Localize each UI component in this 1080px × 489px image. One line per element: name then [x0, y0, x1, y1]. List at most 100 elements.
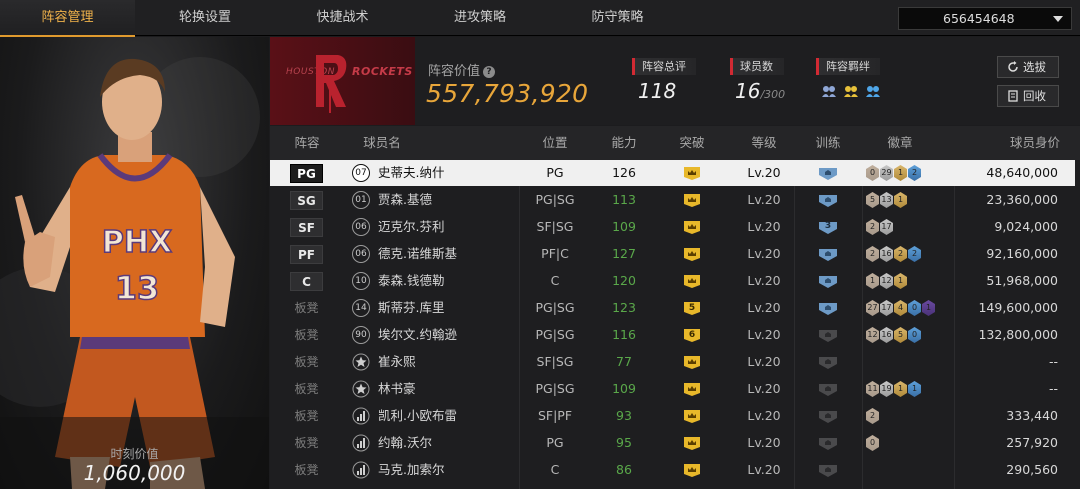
training-shield-icon[interactable] — [817, 327, 839, 343]
badge-hex-icon: 1 — [894, 273, 907, 289]
table-row[interactable]: 板凳 凯利.小欧布雷 SF|PF 93 Lv.20 2 333,440 — [270, 403, 1075, 429]
player-name: 埃尔文.约翰逊 — [378, 327, 457, 342]
table-row[interactable]: 板凳 林书豪 PG|SG 109 Lv.20 11 19 1 1 -- — [270, 376, 1075, 402]
jersey-number-badge: 07 — [352, 164, 370, 182]
table-row[interactable]: SF 06 迈克尔.芬利 SF|SG 109 Lv.20 3 2 17 9,024,000 — [270, 214, 1075, 240]
table-row[interactable]: PF 06 德克.诺维斯基 PF|C 127 Lv.20 2 16 2 2 92,160,000 — [270, 241, 1075, 267]
team-logo: HOUSTON ROCKETS — [270, 37, 415, 125]
breakthrough-crown-icon[interactable] — [683, 381, 701, 397]
tab-rotation[interactable]: 轮换设置 — [135, 0, 275, 36]
training-shield-icon[interactable] — [817, 381, 839, 397]
header-training[interactable]: 训练 — [806, 126, 850, 160]
training-shield-icon[interactable] — [817, 273, 839, 289]
account-dropdown[interactable]: 656454648 — [898, 7, 1072, 30]
select-button[interactable]: 选拔 — [997, 56, 1059, 78]
badge-hex-icon: 19 — [880, 381, 893, 397]
header-badges[interactable]: 徽章 — [870, 126, 930, 160]
badge-hex-icon: 2 — [866, 408, 879, 424]
player-ability: 123 — [612, 300, 636, 315]
training-shield-icon[interactable]: 3 — [817, 219, 839, 235]
tab-lineup[interactable]: 阵容管理 — [0, 0, 135, 37]
breakthrough-crown-icon[interactable]: 6 — [683, 327, 701, 343]
training-shield-icon[interactable] — [817, 354, 839, 370]
badge-hex-icon: 0 — [866, 165, 879, 181]
table-row[interactable]: 板凳 14 斯蒂芬.库里 PG|SG 123 5 Lv.20 27 17 4 0 1 149,600,0… — [270, 295, 1075, 321]
recycle-icon — [1008, 90, 1018, 102]
signal-bars-icon — [352, 461, 370, 479]
breakthrough-crown-icon[interactable] — [683, 219, 701, 235]
training-shield-icon[interactable] — [817, 462, 839, 478]
breakthrough-crown-icon[interactable] — [683, 273, 701, 289]
player-position: C — [550, 462, 560, 477]
training-level: 3 — [824, 221, 832, 231]
header-name[interactable]: 球员名 — [352, 126, 412, 160]
training-shield-icon[interactable] — [817, 192, 839, 208]
header-slot[interactable]: 阵容 — [284, 126, 330, 160]
breakthrough-crown-icon[interactable] — [683, 165, 701, 181]
rating-label: 阵容总评 — [632, 58, 696, 75]
training-shield-icon[interactable] — [817, 165, 839, 181]
roster-table: 阵容 球员名 位置 能力 突破 等级 训练 徽章 球员身价 PG 07 史蒂夫.纳什… — [270, 126, 1080, 489]
recycle-button[interactable]: 回收 — [997, 85, 1059, 107]
breakthrough-crown-icon[interactable] — [683, 435, 701, 451]
bond-blue-icon[interactable] — [865, 84, 881, 98]
lineup-slot: SF — [290, 218, 323, 237]
rockets-logo-icon — [316, 55, 347, 113]
team-logo-name: ROCKETS — [352, 65, 413, 78]
player-ability: 77 — [616, 354, 632, 369]
tab-tactics[interactable]: 快捷战术 — [275, 0, 410, 36]
training-shield-icon[interactable] — [817, 300, 839, 316]
badge-hex-icon: 1 — [894, 165, 907, 181]
help-icon[interactable]: ? — [483, 66, 496, 78]
player-price: 149,600,000 — [978, 300, 1058, 315]
breakthrough-crown-icon[interactable] — [683, 354, 701, 370]
table-row[interactable]: PG 07 史蒂夫.纳什 PG 126 Lv.20 0 29 1 2 48,640,000 — [270, 160, 1075, 186]
player-ability: 116 — [612, 327, 636, 342]
signal-bars-icon — [352, 407, 370, 425]
breakthrough-crown-icon[interactable]: 5 — [683, 300, 701, 316]
star-icon — [352, 353, 370, 371]
player-card[interactable]: PHX 13 时刻价值 1,060,000 — [0, 37, 269, 489]
player-ability: 113 — [612, 192, 636, 207]
badge-hex-icon: 2 — [908, 246, 921, 262]
bond-gold-icon[interactable] — [843, 84, 859, 98]
card-value: 1,060,000 — [83, 461, 186, 485]
badge-hex-icon: 1 — [922, 300, 935, 316]
table-row[interactable]: 板凳 约翰.沃尔 PG 95 Lv.20 0 257,920 — [270, 430, 1075, 456]
badge-hex-icon: 17 — [880, 300, 893, 316]
player-level: Lv.20 — [747, 354, 781, 369]
breakthrough-crown-icon[interactable] — [683, 192, 701, 208]
badge-hex-icon: 4 — [894, 300, 907, 316]
training-shield-icon[interactable] — [817, 246, 839, 262]
rating-value: 118 — [638, 79, 677, 103]
table-row[interactable]: 板凳 90 埃尔文.约翰逊 PG|SG 116 6 Lv.20 12 16 5 0 132,800,0… — [270, 322, 1075, 348]
table-row[interactable]: SG 01 贾森.基德 PG|SG 113 Lv.20 5 13 1 23,360,000 — [270, 187, 1075, 213]
training-shield-icon[interactable] — [817, 435, 839, 451]
lineup-slot: C — [290, 272, 323, 291]
jersey-number-text: 13 — [115, 269, 160, 307]
player-level: Lv.20 — [747, 300, 781, 315]
badge-hex-icon: 12 — [880, 273, 893, 289]
header-position[interactable]: 位置 — [520, 126, 590, 160]
breakthrough-crown-icon[interactable] — [683, 462, 701, 478]
breakthrough-crown-icon[interactable] — [683, 408, 701, 424]
player-name: 斯蒂芬.库里 — [378, 300, 445, 315]
badge-hex-icon: 0 — [908, 327, 921, 343]
table-row[interactable]: 板凳 崔永熙 SF|SG 77 Lv.20 -- — [270, 349, 1075, 375]
table-row[interactable]: 板凳 马克.加索尔 C 86 Lv.20 290,560 — [270, 457, 1075, 483]
header-level[interactable]: 等级 — [724, 126, 804, 160]
badge-hex-icon: 2 — [894, 246, 907, 262]
table-row[interactable]: C 10 泰森.钱德勒 C 120 Lv.20 1 12 1 51,968,000 — [270, 268, 1075, 294]
header-ability[interactable]: 能力 — [594, 126, 654, 160]
badge-hex-icon: 1 — [866, 273, 879, 289]
bond-red-icon[interactable] — [821, 84, 837, 98]
tab-defense[interactable]: 防守策略 — [550, 0, 685, 36]
breakthrough-crown-icon[interactable] — [683, 246, 701, 262]
lineup-slot: PF — [290, 245, 323, 264]
header-price[interactable]: 球员身价 — [984, 126, 1060, 160]
tab-offense[interactable]: 进攻策略 — [410, 0, 550, 36]
player-level: Lv.20 — [747, 462, 781, 477]
header-breakthrough[interactable]: 突破 — [662, 126, 722, 160]
training-shield-icon[interactable] — [817, 408, 839, 424]
player-price: 92,160,000 — [986, 246, 1058, 261]
